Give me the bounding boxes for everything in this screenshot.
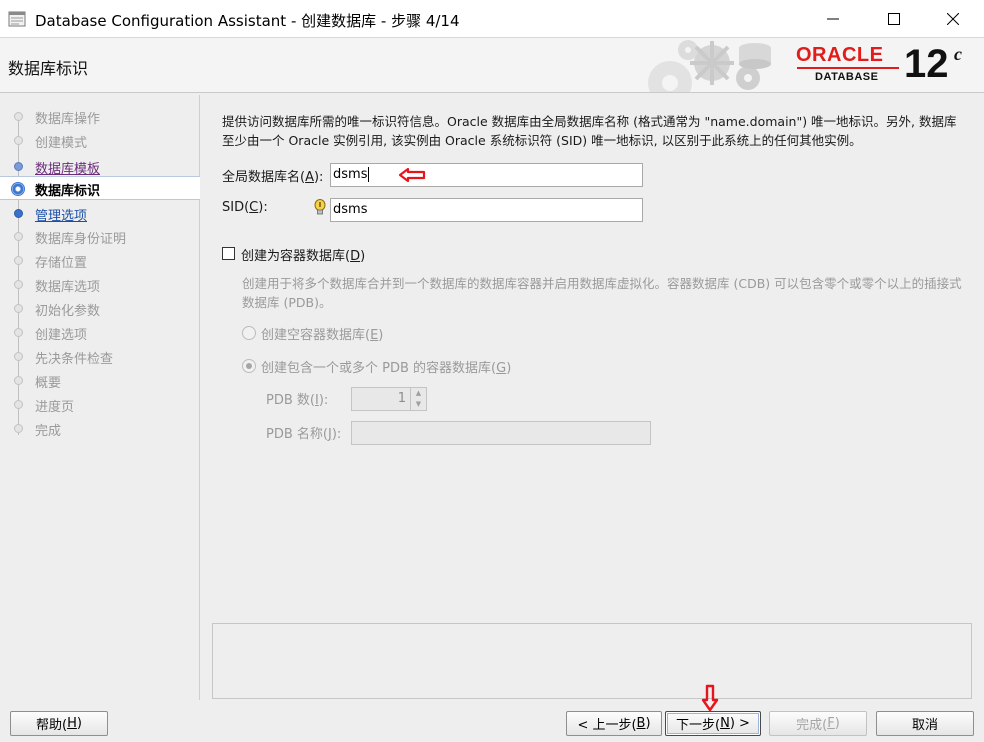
- container-db-description: 创建用于将多个数据库合并到一个数据库的数据库容器并启用数据库虚拟化。容器数据库 …: [242, 276, 962, 310]
- step-item: 数据库操作: [0, 105, 200, 129]
- next-button[interactable]: 下一步(N) >: [665, 711, 761, 736]
- cdb-with-pdb-radio-label[interactable]: 创建包含一个或多个 PDB 的容器数据库(G): [261, 357, 511, 376]
- step-label: 数据库身份证明: [35, 232, 127, 247]
- step-label: 概要: [35, 376, 62, 391]
- oracle-logo-database: DATABASE: [815, 71, 879, 83]
- step-dot-icon: [14, 280, 23, 289]
- page-title: 数据库标识: [8, 59, 89, 78]
- spinner-up-icon[interactable]: ▲: [411, 387, 426, 398]
- sid-input[interactable]: dsms: [330, 198, 643, 222]
- step-label: 数据库操作: [35, 112, 101, 127]
- step-label: 创建模式: [35, 136, 88, 151]
- maximize-button[interactable]: [871, 0, 917, 38]
- step-item: 概要: [0, 369, 200, 393]
- text-caret: [368, 167, 370, 182]
- step-dot-icon: [14, 232, 23, 241]
- step-dot-icon: [14, 328, 23, 337]
- step-label: 数据库选项: [35, 280, 101, 295]
- pdb-name-label: PDB 名称(J):: [266, 427, 342, 442]
- step-item-management[interactable]: 管理选项: [0, 202, 200, 226]
- step-dot-icon: [14, 352, 23, 361]
- step-item: 先决条件检查: [0, 345, 200, 369]
- identification-description: 提供访问数据库所需的唯一标识符信息。Oracle 数据库由全局数据库名称 (格式…: [222, 114, 957, 148]
- container-db-checkbox-label[interactable]: 创建为容器数据库(D): [241, 245, 365, 264]
- header-banner: 数据库标识 ORACLE DATABASE 12 c: [0, 38, 984, 93]
- pdb-count-label: PDB 数(I):: [266, 393, 329, 408]
- step-item: 数据库身份证明: [0, 225, 200, 249]
- step-item: 完成: [0, 417, 200, 441]
- step-label: 进度页: [35, 400, 75, 415]
- step-dot-icon: [14, 376, 23, 385]
- spinner-down-icon[interactable]: ▼: [411, 398, 426, 409]
- title-bar: Database Configuration Assistant - 创建数据库…: [0, 0, 984, 38]
- step-dot-icon: [14, 304, 23, 313]
- cdb-with-pdb-radio[interactable]: [242, 359, 256, 373]
- steps-sidebar: 数据库操作 创建模式 数据库模板 数据库标识 管理选项 数据库身份证明 存储位置…: [0, 95, 200, 700]
- message-area: [212, 623, 972, 699]
- pdb-name-input[interactable]: [351, 421, 651, 445]
- oracle-logo-text: ORACLE: [796, 44, 884, 66]
- step-label: 数据库标识: [35, 184, 101, 199]
- content-panel: 提供访问数据库所需的唯一标识符信息。Oracle 数据库由全局数据库名称 (格式…: [210, 95, 974, 700]
- step-dot-icon: [14, 424, 23, 433]
- step-label[interactable]: 管理选项: [35, 205, 87, 224]
- close-icon: [947, 13, 959, 25]
- global-db-name-label: 全局数据库名(A):: [222, 170, 324, 185]
- sid-label: SID(C):: [222, 200, 268, 215]
- gears-illustration-icon: [648, 40, 771, 92]
- empty-cdb-radio-label[interactable]: 创建空容器数据库(E): [261, 324, 383, 343]
- minimize-icon: [827, 18, 839, 20]
- back-button[interactable]: < 上一步(B): [566, 711, 662, 736]
- step-dot-icon: [14, 256, 23, 265]
- minimize-button[interactable]: [810, 0, 856, 38]
- lightbulb-hint-icon[interactable]: [313, 199, 327, 217]
- step-item: 存储位置: [0, 249, 200, 273]
- annotation-arrow-left-icon: [398, 167, 426, 183]
- step-item: 初始化参数: [0, 297, 200, 321]
- cancel-button[interactable]: 取消: [876, 711, 974, 736]
- step-dot-icon: [14, 400, 23, 409]
- oracle-logo-underline: [797, 67, 899, 69]
- maximize-icon: [888, 13, 900, 25]
- step-item: 创建模式: [0, 129, 200, 153]
- finish-button[interactable]: 完成(F): [769, 711, 867, 736]
- oracle-version: 12: [904, 42, 949, 86]
- annotation-arrow-down-icon: [701, 684, 719, 712]
- oracle-version-suffix: c: [954, 44, 962, 64]
- step-label: 完成: [35, 424, 62, 439]
- step-dot-icon: [14, 136, 23, 145]
- close-button[interactable]: [930, 0, 976, 38]
- pdb-count-spinner-arrows[interactable]: ▲ ▼: [410, 387, 426, 411]
- step-dot-icon: [14, 209, 23, 218]
- step-label: 创建选项: [35, 328, 88, 343]
- step-item-current: 数据库标识: [0, 176, 200, 200]
- window-title: Database Configuration Assistant - 创建数据库…: [35, 12, 460, 30]
- step-item: 进度页: [0, 393, 200, 417]
- step-dot-icon: [14, 112, 23, 121]
- app-icon: [8, 11, 26, 27]
- step-label: 存储位置: [35, 256, 88, 271]
- container-db-checkbox[interactable]: [222, 247, 235, 260]
- empty-cdb-radio[interactable]: [242, 326, 256, 340]
- help-button[interactable]: 帮助(H): [10, 711, 108, 736]
- global-db-name-input[interactable]: dsms: [330, 163, 643, 187]
- step-item: 数据库选项: [0, 273, 200, 297]
- step-current-icon: [11, 182, 25, 196]
- step-dot-icon: [14, 162, 23, 171]
- step-label: 初始化参数: [35, 304, 101, 319]
- step-item: 创建选项: [0, 321, 200, 345]
- step-label[interactable]: 数据库模板: [35, 158, 100, 177]
- step-label: 先决条件检查: [35, 352, 114, 367]
